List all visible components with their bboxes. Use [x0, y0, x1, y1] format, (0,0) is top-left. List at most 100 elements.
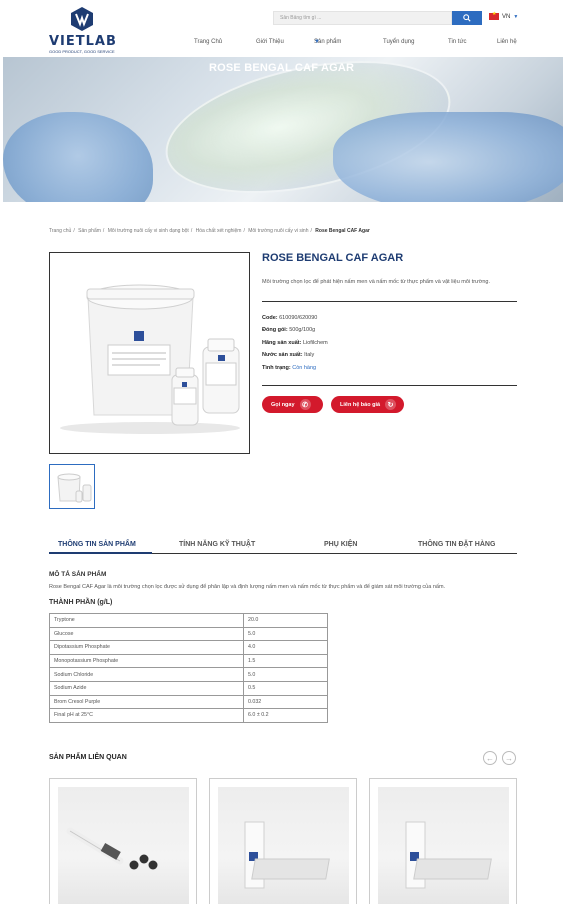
logo-tagline: GOOD PRODUCT, GOOD SERVICE — [49, 49, 115, 54]
nav-item-news[interactable]: Tin tức — [448, 39, 466, 45]
spec-value: 610090/620090 — [279, 315, 318, 321]
search-input[interactable]: Sản Bảng tìm gì ... — [273, 11, 452, 25]
breadcrumb-current: Rose Bengal CAF Agar — [315, 228, 370, 234]
nav-item-careers[interactable]: Tuyển dụng — [383, 39, 414, 45]
spec-country: Nước sản xuất: Italy — [262, 352, 314, 358]
spec-value: 500g/100g — [289, 327, 316, 333]
spec-value: Liofilchem — [302, 340, 328, 346]
related-product-image — [58, 787, 189, 904]
product-containers-illustration — [60, 284, 240, 434]
product-main-image[interactable] — [49, 252, 250, 454]
vietlab-logo-icon — [71, 7, 93, 31]
table-row: Sodium Azide 0.5 — [49, 680, 328, 696]
related-product-card[interactable] — [209, 778, 357, 904]
ingredient-name: Final pH at 25°C — [49, 708, 244, 723]
site-header: VIETLAB GOOD PRODUCT, GOOD SERVICE Sản B… — [0, 0, 563, 57]
phone-icon: ✆ — [299, 399, 311, 410]
table-row: Dipotassium Phosphate 4.0 — [49, 640, 328, 655]
product-description: Môi trường chọn lọc để phát hiện nấm men… — [262, 279, 490, 285]
spec-label: Tình trạng: — [262, 365, 291, 371]
related-product-image — [378, 787, 509, 904]
spec-label: Hãng sản xuất: — [262, 340, 302, 346]
tab-technical-features[interactable]: TÍNH NĂNG KỸ THUẬT — [179, 541, 255, 548]
search-button[interactable] — [452, 11, 482, 25]
spec-label: Đóng gói: — [262, 327, 288, 333]
ingredient-amount: 6.0 ± 0.2 — [243, 708, 328, 723]
spec-value: Italy — [304, 352, 315, 358]
call-now-label: Gọi ngay — [271, 401, 295, 408]
hero-banner: ROSE BENGAL CAF AGAR — [3, 57, 563, 202]
product-title: ROSE BENGAL CAF AGAR — [262, 252, 404, 264]
ingredient-amount: 20.0 — [243, 613, 328, 628]
breadcrumb-item[interactable]: Môi trường nuôi cấy vi sinh — [248, 228, 308, 234]
breadcrumb-item[interactable]: Trang chủ — [49, 228, 71, 234]
ingredient-name: Sodium Chloride — [49, 667, 244, 682]
language-selector[interactable]: VN ▼ — [489, 11, 519, 20]
ingredient-name: Tryptone — [49, 613, 244, 628]
thumbnail-illustration — [57, 473, 92, 503]
ingredient-amount: 4.0 — [243, 640, 328, 655]
banner-glove-left — [3, 112, 153, 202]
request-quote-label: Liên hệ báo giá — [340, 401, 381, 408]
breadcrumb: Trang chủ / Sản phẩm / Môi trường nuôi cấy… — [49, 228, 370, 234]
composition-heading: THÀNH PHẦN (g/L) — [49, 599, 113, 606]
ingredient-amount: 0.032 — [243, 694, 328, 710]
spec-code: Code: 610090/620090 — [262, 315, 317, 321]
search-icon — [463, 14, 471, 22]
tab-accessories[interactable]: PHỤ KIỆN — [324, 541, 357, 548]
divider — [262, 301, 517, 302]
table-row: Sodium Chloride 5.0 — [49, 667, 328, 682]
banner-title: ROSE BENGAL CAF AGAR — [209, 62, 355, 74]
active-tab-indicator — [49, 552, 152, 554]
related-products-heading: SẢN PHẨM LIÊN QUAN — [49, 754, 127, 761]
breadcrumb-item[interactable]: Hóa chất xét nghiệm — [196, 228, 242, 234]
carousel-next-button[interactable]: → — [502, 751, 516, 765]
nav-item-home[interactable]: Trang Chủ — [194, 39, 222, 45]
ingredient-amount: 1.5 — [243, 653, 328, 669]
description-text: Rose Bengal CAF Agar là môi trường chọn … — [49, 584, 446, 590]
call-now-button[interactable]: Gọi ngay ✆ — [262, 396, 323, 413]
related-product-image — [218, 787, 349, 904]
tab-product-info[interactable]: THÔNG TIN SẢN PHẨM — [58, 541, 136, 548]
table-row: Tryptone 20.0 — [49, 613, 328, 628]
strip-pack-illustration — [244, 821, 330, 889]
refresh-icon: ↻ — [385, 399, 397, 410]
breadcrumb-item[interactable]: Môi trường nuôi cấy vi sinh dạng bột — [108, 228, 189, 234]
spec-manufacturer: Hãng sản xuất: Liofilchem — [262, 340, 328, 346]
ingredient-amount: 0.5 — [243, 680, 328, 696]
tab-ordering-info[interactable]: THÔNG TIN ĐẶT HÀNG — [418, 541, 495, 548]
table-row: Glucose 5.0 — [49, 626, 328, 642]
ingredient-name: Sodium Azide — [49, 680, 244, 696]
spec-label: Nước sản xuất: — [262, 352, 303, 358]
composition-table: Tryptone 20.0 Glucose 5.0 Dipotassium Phos… — [49, 613, 328, 723]
ingredient-name: Monopotassium Phosphate — [49, 653, 244, 669]
arrow-right-icon: → — [505, 753, 513, 763]
product-thumbnail[interactable] — [49, 464, 95, 509]
vietnam-flag-icon — [489, 11, 499, 20]
nav-item-about[interactable]: Giới Thiệu — [256, 39, 284, 45]
main-nav: Trang Chủ Giới Thiệu Sản phẩm ▼ Tuyển dụ… — [0, 39, 563, 49]
related-product-card[interactable] — [369, 778, 517, 904]
spec-stock: Tình trạng: Còn hàng — [262, 365, 316, 371]
carousel-prev-button[interactable]: ← — [483, 751, 497, 765]
spec-packaging: Đóng gói: 500g/100g — [262, 327, 315, 333]
chevron-down-icon: ▼ — [314, 39, 320, 45]
ingredient-name: Brom Cresol Purple — [49, 694, 244, 710]
nav-item-contact[interactable]: Liên hệ — [497, 39, 517, 45]
spec-value: Còn hàng — [292, 365, 317, 371]
ingredient-amount: 5.0 — [243, 626, 328, 642]
ingredient-amount: 5.0 — [243, 667, 328, 682]
request-quote-button[interactable]: Liên hệ báo giá ↻ — [331, 396, 404, 413]
chevron-down-icon: ▼ — [513, 13, 519, 20]
breadcrumb-item[interactable]: Sản phẩm — [78, 228, 101, 234]
ingredient-name: Glucose — [49, 626, 244, 642]
spec-label: Code: — [262, 315, 278, 321]
table-row: Brom Cresol Purple 0.032 — [49, 694, 328, 710]
arrow-left-icon: ← — [486, 753, 494, 763]
strip-pack-illustration — [405, 821, 492, 889]
related-product-card[interactable] — [49, 778, 197, 904]
language-label: VN — [502, 13, 511, 20]
vial-illustration — [66, 827, 158, 870]
table-row: Monopotassium Phosphate 1.5 — [49, 653, 328, 669]
banner-glove-right — [333, 112, 563, 202]
